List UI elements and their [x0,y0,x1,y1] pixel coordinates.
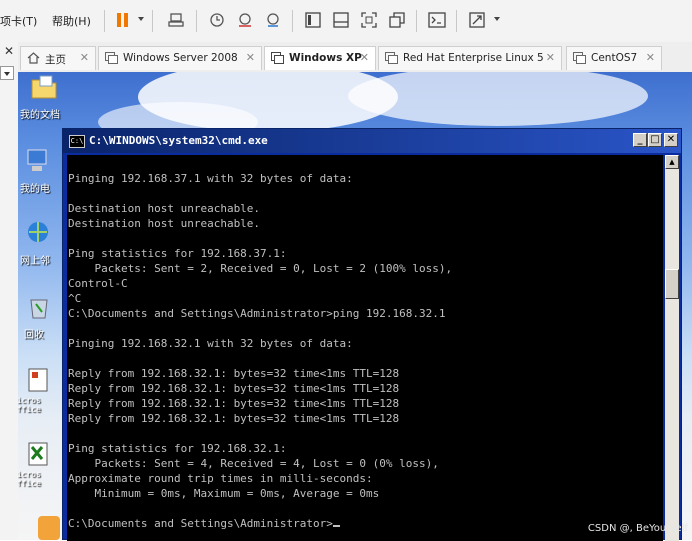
scroll-thumb[interactable] [665,269,679,299]
toolbar-divider [196,10,197,32]
console-text: Pinging 192.168.37.1 with 32 bytes of da… [68,171,452,531]
console-line: ^C [68,292,82,305]
tab-label: Windows XP [289,52,362,64]
desktop-icon-label: Micros Office [18,396,41,414]
home-icon [27,52,40,64]
console-output[interactable]: Pinging 192.168.37.1 with 32 bytes of da… [67,155,663,541]
stretch-icon[interactable] [468,11,486,29]
vm-icon [271,52,284,64]
console-line: Reply from 192.168.32.1: bytes=32 time<1… [68,382,400,395]
desktop-icon-network-places[interactable]: 网上邻 [20,220,66,267]
tab-label: 主页 [45,54,66,66]
snapshot-manager-icon[interactable] [264,11,282,29]
console-line: Minimum = 0ms, Maximum = 0ms, Average = … [68,487,380,500]
tabs-menu[interactable]: 项卡(T) [0,13,37,29]
network-icon [26,220,50,250]
console-line: Ping statistics for 192.168.37.1: [68,247,287,260]
close-icon[interactable]: ✕ [360,51,369,64]
tab-label: CentOS7 [591,52,638,64]
console-line: Reply from 192.168.32.1: bytes=32 time<1… [68,367,400,380]
stretch-dropdown-icon[interactable] [494,17,500,21]
revert-snapshot-icon[interactable] [236,11,254,29]
send-keys-icon[interactable] [168,11,186,29]
tab-centos7[interactable]: CentOS7 ✕ [566,46,662,70]
console-line: Packets: Sent = 4, Received = 4, Lost = … [68,457,439,470]
snapshot-icon[interactable] [208,11,226,29]
console-view-icon[interactable] [304,11,322,29]
close-icon[interactable]: ✕ [546,51,555,64]
pause-icon[interactable] [114,11,132,29]
console-line: Reply from 192.168.32.1: bytes=32 time<1… [68,397,400,410]
close-icon[interactable]: ✕ [646,51,655,64]
toolbar-divider [292,10,293,32]
folder-icon [30,74,58,104]
desktop-icon-my-computer[interactable]: 我的电 [20,148,66,195]
cmd-title: C:\WINDOWS\system32\cmd.exe [89,134,268,147]
close-library-icon[interactable]: ✕ [4,44,14,58]
vm-icon [105,52,118,64]
tab-label: Windows Server 2008 [123,52,238,64]
text-cursor [332,525,340,527]
app-icon[interactable] [38,516,60,540]
tab-home[interactable]: 主页 ✕ [20,46,96,70]
console-line: Packets: Sent = 2, Received = 0, Lost = … [68,262,453,275]
tab-windows-server-2008[interactable]: Windows Server 2008 ✕ [98,46,262,70]
close-icon[interactable]: ✕ [80,51,89,64]
terminal-icon[interactable] [428,11,446,29]
thumbnail-view-icon[interactable] [332,11,350,29]
console-line: Approximate round trip times in milli-se… [68,472,373,485]
scroll-up-button[interactable]: ▲ [665,155,679,169]
cmd-window[interactable]: C:\ C:\WINDOWS\system32\cmd.exe _ □ ✕ Pi… [62,128,682,541]
help-menu[interactable]: 帮助(H) [52,13,91,29]
desktop-icon-label: Micros Office [18,470,41,488]
console-line: Reply from 192.168.32.1: bytes=32 time<1… [68,412,400,425]
excel-icon [28,442,48,470]
desktop-icon-office[interactable]: Micros Office [18,368,66,414]
tab-red-hat-enterprise-linux-5[interactable]: Red Hat Enterprise Linux 5 ✕ [378,46,562,70]
console-line: Pinging 192.168.32.1 with 32 bytes of da… [68,337,353,350]
computer-icon [26,148,48,178]
desktop-icon-label: 我的文档 [20,110,60,121]
cmd-title-bar[interactable]: C:\ C:\WINDOWS\system32\cmd.exe _ □ ✕ [63,129,681,153]
console-line: Control-C [68,277,128,290]
tab-windows-xp[interactable]: Windows XP ✕ [264,46,376,70]
unity-icon[interactable] [388,11,406,29]
tab-label: Red Hat Enterprise Linux 5 [403,52,544,64]
close-button[interactable]: ✕ [664,133,678,147]
desktop-icon-excel[interactable]: Micros Office [18,442,66,488]
toolbar-divider [456,10,457,32]
library-panel-edge: ✕ [0,42,19,540]
watermark: CSDN @, BeYourself [587,523,688,534]
maximize-button[interactable]: □ [648,133,662,147]
minimize-button[interactable]: _ [633,133,647,147]
close-icon[interactable]: ✕ [246,51,255,64]
console-line: Destination host unreachable. [68,202,261,215]
desktop-icon-label: 回收 [24,330,44,341]
library-dropdown[interactable] [0,66,14,80]
console-line: C:\Documents and Settings\Administrator> [68,517,333,530]
full-screen-icon[interactable] [360,11,378,29]
office-icon [28,368,48,396]
console-line: C:\Documents and Settings\Administrator>… [68,307,446,320]
vm-icon [573,52,586,64]
chevron-down-icon [4,72,10,76]
desktop-icon-my-documents[interactable]: 我的文档 [20,74,66,121]
toolbar-divider [416,10,417,32]
console-line: Ping statistics for 192.168.32.1: [68,442,287,455]
toolbar-divider [152,10,153,32]
vm-tab-bar: 主页 ✕ Windows Server 2008 ✕ Windows XP ✕ … [18,42,692,73]
pause-dropdown-icon[interactable] [138,17,144,21]
desktop-icon-recycle-bin[interactable]: 回收 [22,294,66,341]
desktop-cloud [348,72,648,126]
vm-icon [385,52,398,64]
toolbar-divider [104,10,105,32]
console-line: Pinging 192.168.37.1 with 32 bytes of da… [68,172,353,185]
desktop-icon-label: 网上邻 [20,256,50,267]
console-scrollbar[interactable]: ▲ [665,155,679,541]
recycle-bin-icon [28,294,50,324]
desktop-icon-label: 我的电 [20,184,50,195]
console-line: Destination host unreachable. [68,217,261,230]
vmware-toolbar: 项卡(T) 帮助(H) [0,0,692,43]
cmd-app-icon: C:\ [69,135,85,148]
